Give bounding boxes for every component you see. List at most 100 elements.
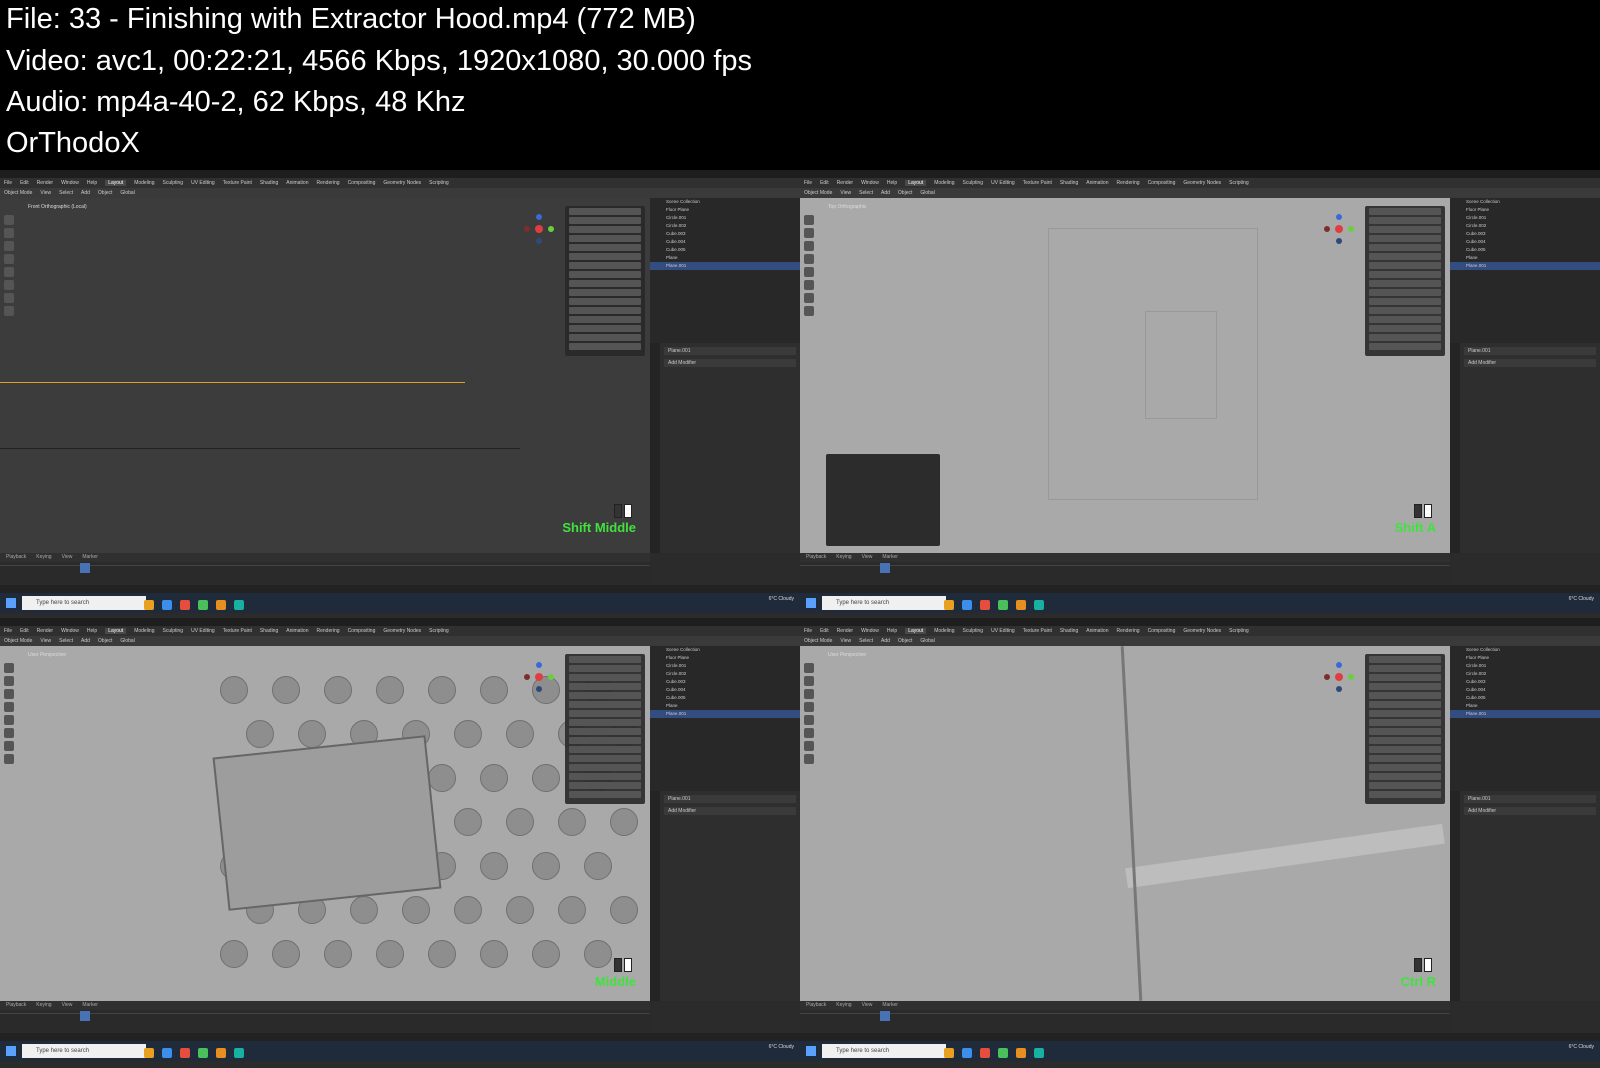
properties-editor[interactable]: Plane.001 Add Modifier (650, 343, 800, 553)
workspace-tab[interactable]: Sculpting (163, 180, 184, 186)
menu-item[interactable]: File (804, 180, 812, 186)
workspace-tab[interactable]: Shading (260, 628, 278, 634)
measure-tool-icon[interactable] (4, 754, 14, 764)
app-icon[interactable] (198, 600, 208, 610)
workspace-tab[interactable]: Animation (1086, 180, 1108, 186)
outliner-item[interactable]: Plane (650, 254, 800, 262)
outliner-item[interactable]: Scene Collection (650, 646, 800, 654)
timeline-menu-item[interactable]: Playback (806, 554, 826, 560)
toolbar-item[interactable]: Object (98, 638, 112, 644)
menu-item[interactable]: Edit (20, 180, 29, 186)
move-tool-icon[interactable] (804, 241, 814, 251)
outliner-item[interactable]: Scene Collection (1450, 198, 1600, 206)
app-icon[interactable] (962, 600, 972, 610)
select-tool-icon[interactable] (804, 663, 814, 673)
menu-item[interactable]: Help (887, 628, 897, 634)
toolbar-item[interactable]: Object Mode (4, 638, 32, 644)
toolbar-item[interactable]: Object Mode (4, 190, 32, 196)
workspace-tab[interactable]: Compositing (1148, 180, 1176, 186)
outliner[interactable]: Scene Collection Floor Plane Circle.001 Cir… (650, 646, 800, 791)
workspace-tab[interactable]: Sculpting (963, 180, 984, 186)
measure-tool-icon[interactable] (804, 754, 814, 764)
rotate-tool-icon[interactable] (4, 702, 14, 712)
timeline-menu-item[interactable]: Marker (82, 554, 98, 560)
properties-editor[interactable]: Plane.001 Add Modifier (650, 791, 800, 1001)
timeline-menu-item[interactable]: View (62, 1002, 73, 1008)
workspace-tab[interactable]: Modeling (134, 628, 154, 634)
outliner-item[interactable]: Cube.005 (1450, 694, 1600, 702)
add-modifier-button[interactable]: Add Modifier (664, 359, 796, 367)
menu-item[interactable]: Window (61, 628, 79, 634)
timeline-menu-item[interactable]: View (862, 1002, 873, 1008)
rotate-tool-icon[interactable] (804, 254, 814, 264)
menu-item[interactable]: Render (837, 180, 853, 186)
workspace-tab[interactable]: Modeling (934, 180, 954, 186)
toolbar-item[interactable]: Object Mode (804, 638, 832, 644)
3d-viewport[interactable]: Front Orthographic (Local) Shift Middle (0, 198, 650, 553)
workspace-tab[interactable]: UV Editing (991, 628, 1015, 634)
workspace-tab[interactable]: Modeling (934, 628, 954, 634)
properties-tabs[interactable] (650, 343, 660, 553)
playhead[interactable] (80, 1011, 90, 1021)
3d-viewport[interactable]: User Perspective Ctrl R (800, 646, 1450, 1001)
timeline-menu-item[interactable]: Playback (806, 1002, 826, 1008)
app-icon[interactable] (944, 600, 954, 610)
move-tool-icon[interactable] (4, 689, 14, 699)
timeline[interactable]: Playback Keying View Marker (800, 553, 1450, 583)
3d-viewport[interactable]: User Perspective Middle (0, 646, 650, 1001)
outliner-item[interactable]: Circle.001 (1450, 214, 1600, 222)
app-icon[interactable] (1034, 1048, 1044, 1058)
outliner[interactable]: Scene Collection Floor Plane Circle.001 Cir… (1450, 198, 1600, 343)
menu-item[interactable]: Edit (20, 628, 29, 634)
toolbar-item[interactable]: View (40, 638, 51, 644)
toolbar-item[interactable]: Object (898, 638, 912, 644)
menu-item[interactable]: Help (87, 180, 97, 186)
measure-tool-icon[interactable] (804, 306, 814, 316)
navigation-gizmo[interactable] (522, 212, 556, 246)
outliner-item[interactable]: Circle.002 (1450, 222, 1600, 230)
properties-editor[interactable]: Plane.001 Add Modifier (1450, 791, 1600, 1001)
playhead[interactable] (80, 563, 90, 573)
outliner[interactable]: Scene Collection Floor Plane Circle.001 Cir… (1450, 646, 1600, 791)
navigation-gizmo[interactable] (522, 660, 556, 694)
windows-start-icon[interactable] (806, 1046, 816, 1056)
timeline-menu-item[interactable]: View (62, 554, 73, 560)
workspace-tab[interactable]: Texture Paint (1023, 628, 1052, 634)
workspace-tab[interactable]: Geometry Nodes (1183, 628, 1221, 634)
taskbar-search[interactable]: Type here to search (822, 596, 946, 610)
app-icon[interactable] (144, 600, 154, 610)
timeline-menu-item[interactable]: Marker (882, 554, 898, 560)
select-tool-icon[interactable] (4, 663, 14, 673)
menu-item[interactable]: Render (37, 180, 53, 186)
app-icon[interactable] (998, 1048, 1008, 1058)
timeline-ruler[interactable] (0, 1013, 650, 1023)
outliner-item[interactable]: Cube.004 (1450, 686, 1600, 694)
navigation-gizmo[interactable] (1322, 660, 1356, 694)
workspace-tab[interactable]: Sculpting (963, 628, 984, 634)
outliner-item[interactable]: Circle.001 (650, 662, 800, 670)
3d-viewport[interactable]: Top Orthographic Shift A (800, 198, 1450, 553)
workspace-tab[interactable]: Shading (1060, 628, 1078, 634)
rotate-tool-icon[interactable] (4, 254, 14, 264)
outliner-item[interactable]: Plane.001 (1450, 262, 1600, 270)
outliner-item[interactable]: Circle.001 (650, 214, 800, 222)
select-tool-icon[interactable] (4, 215, 14, 225)
timeline-menu-item[interactable]: Marker (82, 1002, 98, 1008)
workspace-tab[interactable]: Layout (105, 628, 127, 634)
outliner-item[interactable]: Plane.001 (650, 710, 800, 718)
workspace-tab[interactable]: Compositing (1148, 628, 1176, 634)
timeline-menu-item[interactable]: Keying (836, 554, 851, 560)
move-tool-icon[interactable] (804, 689, 814, 699)
menu-item[interactable]: Help (87, 628, 97, 634)
menu-item[interactable]: File (4, 180, 12, 186)
toolbar-item[interactable]: Select (59, 638, 73, 644)
toolbar-item[interactable]: Object (98, 190, 112, 196)
add-plane-operator-panel[interactable] (826, 454, 940, 546)
transform-tool-icon[interactable] (804, 280, 814, 290)
menu-item[interactable]: Window (861, 180, 879, 186)
toolbar-item[interactable]: Select (859, 190, 873, 196)
timeline-menu-item[interactable]: Keying (36, 554, 51, 560)
workspace-tab[interactable]: Scripting (429, 180, 448, 186)
blender-app-icon[interactable] (1016, 1048, 1026, 1058)
timeline-ruler[interactable] (800, 1013, 1450, 1023)
